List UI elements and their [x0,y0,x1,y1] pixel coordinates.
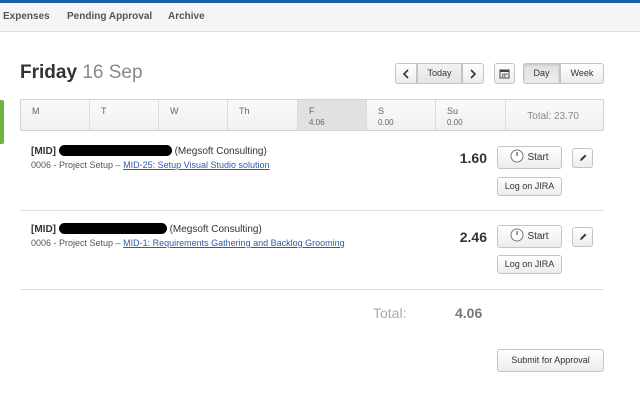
week-day-label: M [32,106,40,116]
pencil-icon [579,154,586,161]
calendar-icon [499,69,510,79]
client-name: (Megsoft Consulting) [169,224,262,235]
start-timer-button[interactable]: Start [497,146,562,169]
log-on-jira-button[interactable]: Log on JIRA [497,255,562,274]
calendar-button[interactable] [494,63,515,84]
week-day-hours: 0.00 [447,118,463,127]
edit-entry-button[interactable] [572,148,593,168]
week-day-sat[interactable]: S 0.00 [367,100,436,130]
next-day-button[interactable] [462,63,484,84]
view-day-button[interactable]: Day [523,63,560,84]
week-day-label: W [170,106,179,116]
submit-for-approval-button[interactable]: Submit for Approval [497,349,604,372]
start-label: Start [527,231,549,242]
entry-title: [MID] (Megsoft Consulting) [31,145,267,157]
stopwatch-icon [510,149,524,163]
project-code: [MID] [31,146,56,157]
redacted-project-name [58,145,172,156]
week-day-label: Th [239,106,250,116]
day-date: 16 Sep [82,62,143,83]
entry-divider [20,289,604,290]
jira-issue-link[interactable]: MID-25: Setup Visual Studio solution [123,160,269,170]
week-day-label: F [309,106,315,116]
view-week-button[interactable]: Week [560,63,604,84]
week-day-mon[interactable]: M [21,100,90,130]
week-day-hours: 0.00 [378,118,394,127]
entry-hours: 2.46 [459,229,487,245]
week-day-label: T [101,106,107,116]
redacted-project-name [58,223,167,234]
jira-issue-link[interactable]: MID-1: Requirements Gathering and Backlo… [123,238,345,248]
pencil-icon [579,233,586,240]
nav-expenses[interactable]: Expenses [3,11,50,22]
page-title: Friday 16 Sep [20,62,143,84]
main-nav: Expenses Pending Approval Archive [0,3,640,32]
week-summary-bar: M T W Th F 4.06 S 0.00 Su 0.00 Total: 23… [20,99,604,131]
week-day-thu[interactable]: Th [228,100,298,130]
entry-task-line: 0006 - Project Setup – MID-25: Setup Vis… [31,160,270,170]
client-name: (Megsoft Consulting) [174,146,267,157]
nav-archive[interactable]: Archive [168,11,205,22]
project-code: [MID] [31,224,56,235]
entry-title: [MID] (Megsoft Consulting) [31,223,262,235]
entry-divider [20,210,604,211]
nav-pending-approval[interactable]: Pending Approval [67,11,152,22]
edit-entry-button[interactable] [572,227,593,247]
active-entry-indicator [0,100,4,144]
week-day-tue[interactable]: T [90,100,159,130]
entry-task-line: 0006 - Project Setup – MID-1: Requiremen… [31,238,345,248]
today-button[interactable]: Today [417,63,462,84]
stopwatch-icon [510,228,524,242]
task-name: 0006 - Project Setup – [31,160,121,170]
entry-hours: 1.60 [459,150,487,166]
day-total-label: Total: [373,305,407,321]
week-day-fri[interactable]: F 4.06 [298,100,367,130]
week-day-sun[interactable]: Su 0.00 [436,100,506,130]
chevron-right-icon [470,69,477,79]
day-total-value: 4.06 [455,305,483,321]
week-day-hours: 4.06 [309,118,325,127]
day-name: Friday [20,62,78,83]
week-day-label: S [378,106,385,116]
chevron-left-icon [402,69,409,79]
week-total: Total: 23.70 [527,111,579,122]
log-on-jira-button[interactable]: Log on JIRA [497,177,562,196]
task-name: 0006 - Project Setup – [31,238,121,248]
week-day-wed[interactable]: W [159,100,228,130]
start-timer-button[interactable]: Start [497,225,562,248]
week-day-label: Su [447,106,459,116]
prev-day-button[interactable] [395,63,417,84]
start-label: Start [527,152,549,163]
